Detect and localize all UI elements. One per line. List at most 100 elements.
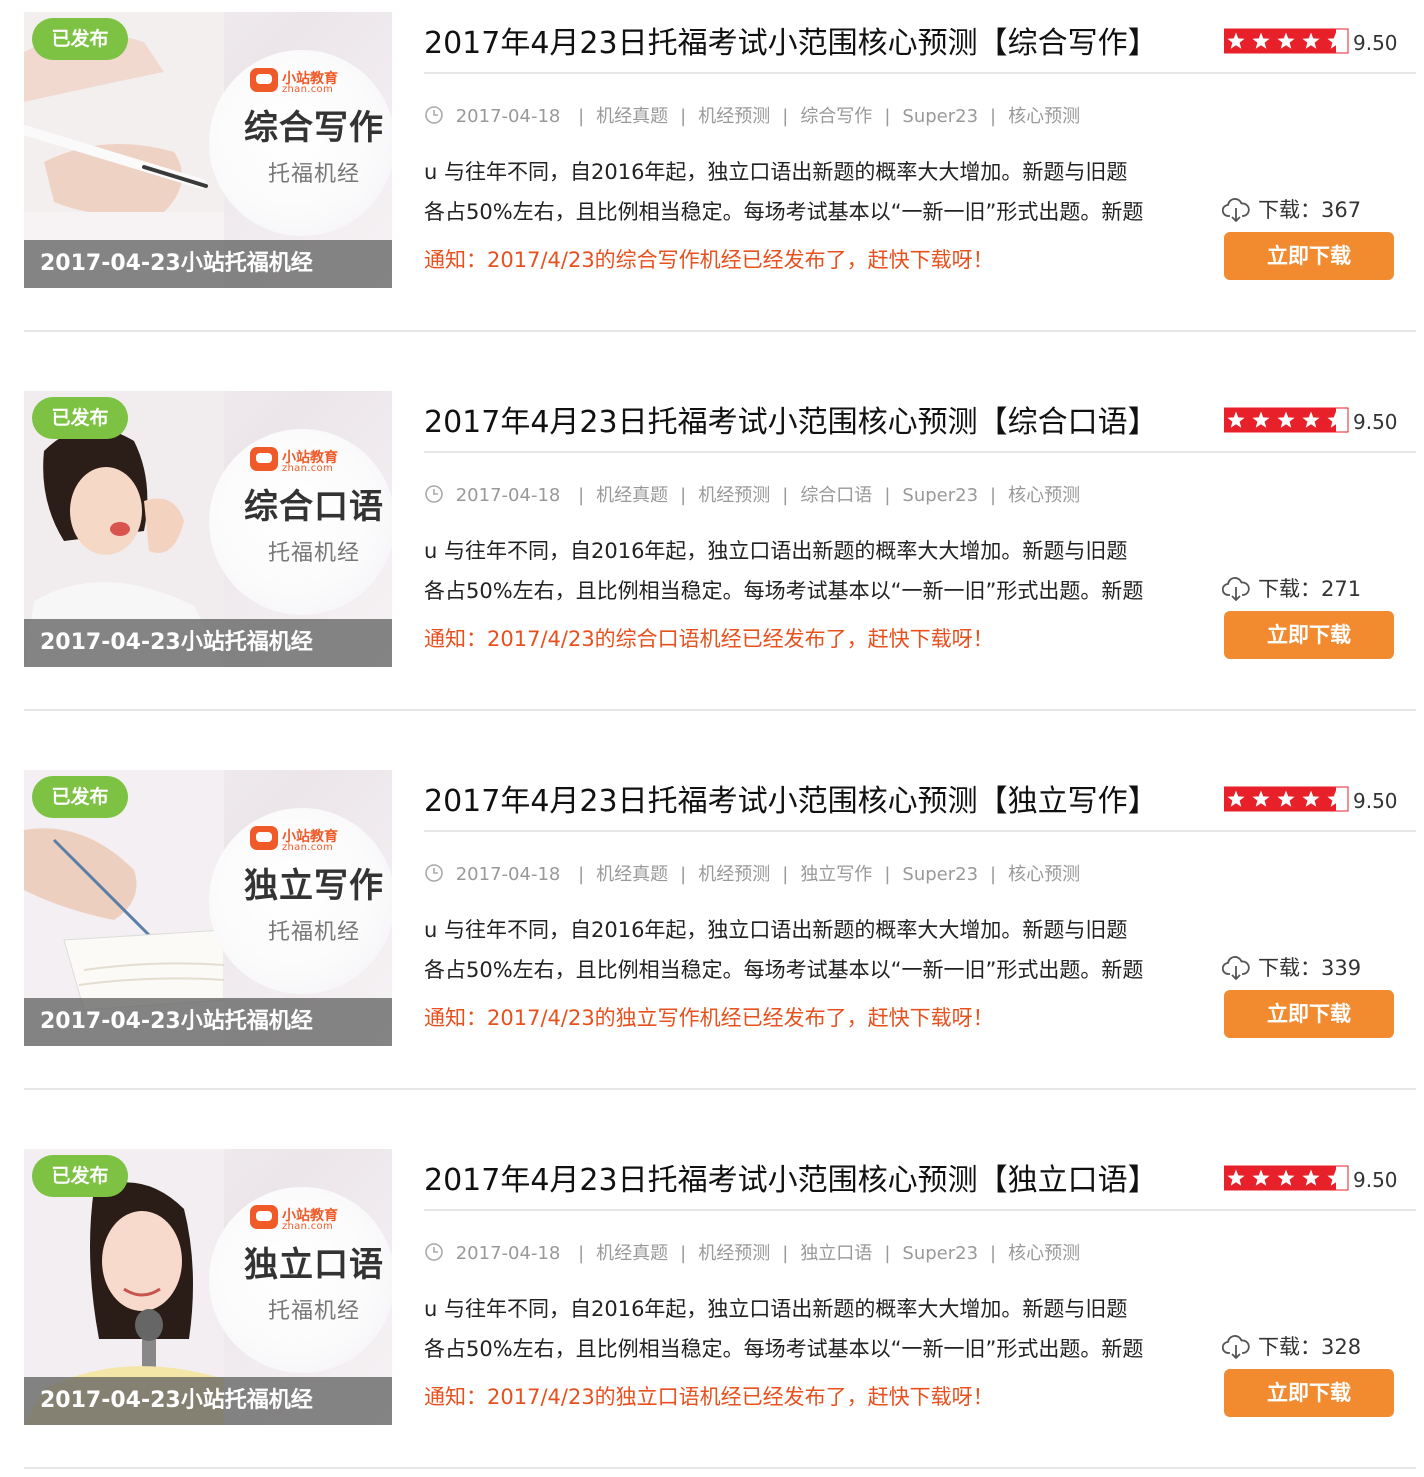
tag-separator: |	[990, 864, 997, 885]
thumbnail-category: 托福机经	[267, 162, 360, 187]
published-badge: 已发布	[32, 776, 128, 818]
rating: 9.50	[1223, 786, 1398, 814]
star-rating-icon	[1223, 407, 1349, 433]
thumbnail-image[interactable]: 小站教育 zhan.com 独立写作 托福机经 2017-04-23小站托福机经…	[24, 770, 392, 1046]
tag-separator: |	[578, 106, 585, 127]
tag-link[interactable]: Super23	[902, 485, 978, 506]
thumbnail-image[interactable]: 小站教育 zhan.com 综合口语 托福机经 2017-04-23小站托福机经…	[24, 391, 392, 667]
download-label: 下载：	[1258, 577, 1321, 601]
thumbnail-caption: 2017-04-23小站托福机经	[24, 1377, 392, 1425]
notice-text: 通知：2017/4/23的综合口语机经已经发布了，赶快下载呀！	[424, 627, 994, 651]
tag-link[interactable]: Super23	[902, 106, 978, 127]
thumbnail-subject: 独立写作	[244, 866, 384, 906]
download-now-button[interactable]: 立即下载	[1224, 232, 1394, 280]
tag-list: | 机经真题 | 机经预测 | 综合口语 | Super23 | 核心预测	[566, 485, 1080, 506]
rating-score: 9.50	[1353, 410, 1398, 434]
title-divider	[424, 830, 1416, 832]
rating: 9.50	[1223, 407, 1398, 435]
download-count: 下载：271	[1221, 573, 1361, 603]
tag-list: | 机经真题 | 机经预测 | 综合写作 | Super23 | 核心预测	[566, 106, 1080, 127]
star-icon	[1223, 407, 1249, 433]
tag-link[interactable]: 机经预测	[698, 485, 770, 506]
description-line: u 与往年不同，自2016年起，独立口语出新题的概率大大增加。新题与旧题	[424, 539, 1128, 563]
star-rating-icon	[1223, 786, 1349, 812]
tag-link[interactable]: 机经预测	[698, 1243, 770, 1264]
tag-link[interactable]: 综合口语	[800, 485, 872, 506]
item-title[interactable]: 2017年4月23日托福考试小范围核心预测【综合写作】	[424, 18, 1214, 62]
item-divider	[24, 1467, 1416, 1469]
published-badge: 已发布	[32, 397, 128, 439]
thumbnail-subject: 独立口语	[244, 1245, 384, 1285]
star-icon	[1248, 407, 1274, 433]
clock-icon	[425, 106, 443, 124]
star-icon	[1273, 786, 1299, 812]
thumbnail-caption: 2017-04-23小站托福机经	[24, 619, 392, 667]
meta-row: 2017-04-18 | 机经真题 | 机经预测 | 综合写作 | Super23 | 核心预测	[424, 102, 1080, 130]
item-title[interactable]: 2017年4月23日托福考试小范围核心预测【独立写作】	[424, 776, 1214, 820]
brand-logo: 小站教育 zhan.com	[250, 1205, 370, 1237]
tag-link[interactable]: 机经真题	[596, 864, 668, 885]
download-count: 下载：328	[1221, 1331, 1361, 1361]
meta-row: 2017-04-18 | 机经真题 | 机经预测 | 独立口语 | Super23 | 核心预测	[424, 1239, 1080, 1267]
thumbnail-image[interactable]: 小站教育 zhan.com 综合写作 托福机经 2017-04-23小站托福机经…	[24, 12, 392, 288]
item-title[interactable]: 2017年4月23日托福考试小范围核心预测【独立口语】	[424, 1155, 1214, 1199]
star-icon	[1298, 1165, 1324, 1191]
brand-domain: zhan.com	[282, 842, 333, 853]
tag-link[interactable]: 机经预测	[698, 864, 770, 885]
tag-link[interactable]: 核心预测	[1008, 864, 1080, 885]
tag-separator: |	[680, 1243, 687, 1264]
thumbnail-image[interactable]: 小站教育 zhan.com 独立口语 托福机经 2017-04-23小站托福机经…	[24, 1149, 392, 1425]
download-label: 下载：	[1258, 956, 1321, 980]
tag-link[interactable]: 独立口语	[800, 1243, 872, 1264]
title-divider	[424, 72, 1416, 74]
tag-separator: |	[680, 485, 687, 506]
download-now-button[interactable]: 立即下载	[1224, 990, 1394, 1038]
rating-score: 9.50	[1353, 31, 1398, 55]
tag-link[interactable]: 机经预测	[698, 106, 770, 127]
download-count: 下载：367	[1221, 194, 1361, 224]
star-icon	[1323, 407, 1349, 433]
title-divider	[424, 451, 1416, 453]
tag-link[interactable]: 核心预测	[1008, 1243, 1080, 1264]
star-icon	[1298, 786, 1324, 812]
star-icon	[1223, 1165, 1249, 1191]
tag-separator: |	[884, 485, 891, 506]
description-line: 各占50%左右，且比例相当稳定。每场考试基本以“一新一旧”形式出题。新题	[424, 579, 1144, 603]
thumbnail-caption: 2017-04-23小站托福机经	[24, 240, 392, 288]
download-now-button[interactable]: 立即下载	[1224, 1369, 1394, 1417]
published-badge: 已发布	[32, 1155, 128, 1197]
thumbnail-caption: 2017-04-23小站托福机经	[24, 998, 392, 1046]
tag-separator: |	[578, 1243, 585, 1264]
tag-link[interactable]: Super23	[902, 1243, 978, 1264]
download-now-button[interactable]: 立即下载	[1224, 611, 1394, 659]
tag-link[interactable]: Super23	[902, 864, 978, 885]
clock-icon	[425, 864, 443, 882]
tag-link[interactable]: 机经真题	[596, 1243, 668, 1264]
brand-bubble-icon	[250, 1205, 278, 1229]
item-title[interactable]: 2017年4月23日托福考试小范围核心预测【综合口语】	[424, 397, 1214, 441]
item-description: u 与往年不同，自2016年起，独立口语出新题的概率大大增加。新题与旧题 各占5…	[424, 1289, 1184, 1369]
tag-link[interactable]: 独立写作	[800, 864, 872, 885]
meta-row: 2017-04-18 | 机经真题 | 机经预测 | 综合口语 | Super23 | 核心预测	[424, 481, 1080, 509]
tag-separator: |	[990, 1243, 997, 1264]
star-rating-icon	[1223, 1165, 1349, 1191]
brand-domain: zhan.com	[282, 84, 333, 95]
material-item: 小站教育 zhan.com 综合写作 托福机经 2017-04-23小站托福机经…	[0, 0, 1424, 340]
rating: 9.50	[1223, 1165, 1398, 1193]
tag-separator: |	[578, 864, 585, 885]
tag-link[interactable]: 核心预测	[1008, 106, 1080, 127]
download-count: 下载：339	[1221, 952, 1361, 982]
tag-separator: |	[782, 106, 789, 127]
tag-separator: |	[680, 106, 687, 127]
item-description: u 与往年不同，自2016年起，独立口语出新题的概率大大增加。新题与旧题 各占5…	[424, 910, 1184, 990]
tag-link[interactable]: 核心预测	[1008, 485, 1080, 506]
tag-link[interactable]: 机经真题	[596, 485, 668, 506]
star-icon	[1323, 1165, 1349, 1191]
tag-link[interactable]: 综合写作	[800, 106, 872, 127]
tag-list: | 机经真题 | 机经预测 | 独立写作 | Super23 | 核心预测	[566, 864, 1080, 885]
tag-separator: |	[782, 485, 789, 506]
cloud-download-icon	[1221, 1335, 1250, 1359]
published-badge: 已发布	[32, 18, 128, 60]
star-icon	[1248, 28, 1274, 54]
tag-link[interactable]: 机经真题	[596, 106, 668, 127]
